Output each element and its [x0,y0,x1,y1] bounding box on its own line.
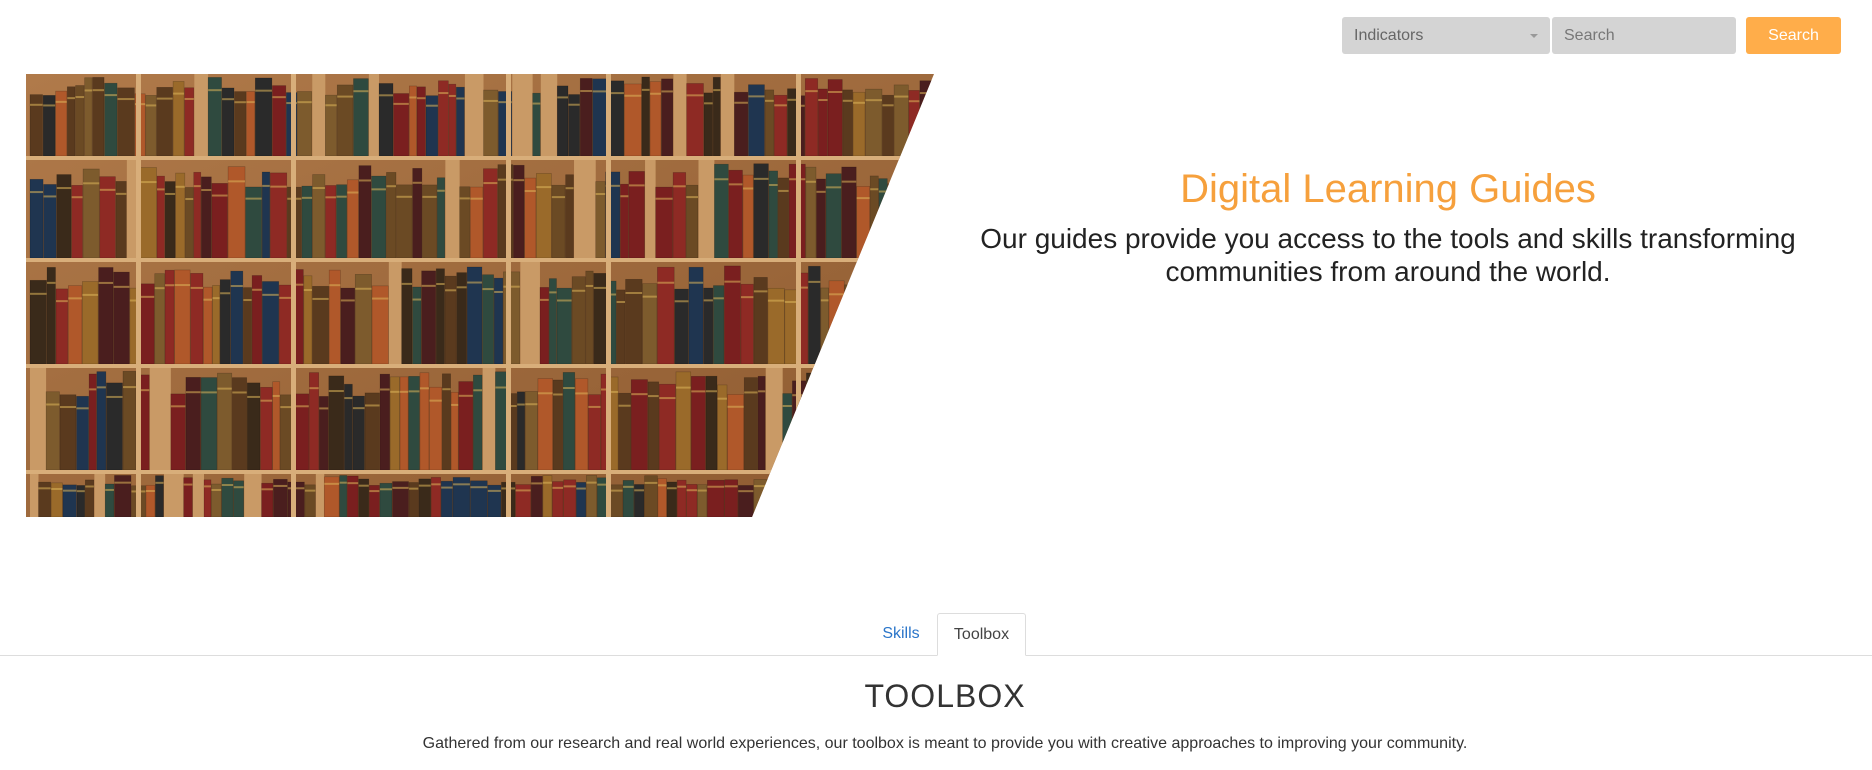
chevron-down-icon [1530,34,1538,38]
search-bar: Indicators Search [1342,17,1841,54]
search-input[interactable] [1552,17,1736,54]
tab-bar: Skills Toolbox [0,613,1872,656]
hero-subtitle: Our guides provide you access to the too… [980,223,1796,287]
section-title: TOOLBOX [864,678,1026,714]
tab-skills[interactable]: Skills [870,613,932,655]
tab-toolbox[interactable]: Toolbox [937,613,1026,656]
bookshelf-image [26,74,934,517]
category-select[interactable]: Indicators [1342,17,1550,54]
category-select-value: Indicators [1354,27,1424,44]
hero-title: Digital Learning Guides [1180,167,1596,211]
hero-text: Digital Learning Guides Our guides provi… [960,164,1816,288]
search-button[interactable]: Search [1746,17,1841,54]
section-description: Gathered from our research and real worl… [422,735,1468,752]
